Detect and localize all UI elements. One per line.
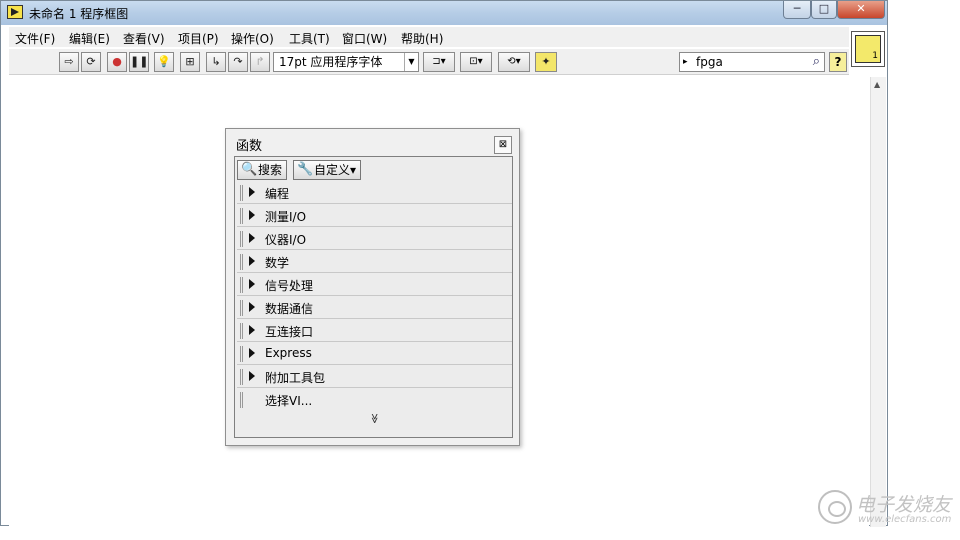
palette-select-vi[interactable]: 选择VI... [237, 389, 512, 411]
grip-icon [240, 392, 243, 408]
palette-title: 函数 [236, 139, 263, 154]
scroll-up-arrow-icon[interactable]: ▲ [874, 80, 880, 89]
connector-pane-icon: 1 [855, 35, 881, 63]
distribute-objects-icon[interactable]: ⊡▾ [460, 52, 492, 72]
block-diagram-window: 未命名 1 程序框图 ─ □ ✕ 文件(F) 编辑(E) 查看(V) 项目(P)… [0, 0, 888, 527]
palette-category-addons[interactable]: 附加工具包 [237, 366, 512, 388]
run-continuously-icon[interactable]: ⟳ [81, 52, 101, 72]
retain-wire-values-icon[interactable]: ⊞ [180, 52, 200, 72]
palette-category-instrument-io[interactable]: 仪器I/O [237, 228, 512, 250]
expand-triangle-icon [249, 210, 255, 220]
align-objects-icon[interactable]: ⊐▾ [423, 52, 455, 72]
run-arrow-icon[interactable]: ⇨ [59, 52, 79, 72]
title-bar[interactable]: 未命名 1 程序框图 ─ □ ✕ [1, 1, 887, 25]
expand-triangle-icon [249, 187, 255, 197]
palette-select-vi-label: 选择VI... [265, 394, 313, 408]
reorder-icon[interactable]: ⟲▾ [498, 52, 530, 72]
palette-search-label: 搜索 [258, 163, 283, 177]
font-select[interactable]: 17pt 应用程序字体 ▼ [273, 52, 419, 72]
palette-category-connectivity[interactable]: 互连接口 [237, 320, 512, 342]
search-input-value: fpga [696, 55, 723, 69]
connector-pane-label: 1 [872, 51, 878, 61]
toolbar: ⇨ ⟳ ● ❚❚ 💡 ⊞ ↳ ↷ ↱ 17pt 应用程序字体 ▼ ⊐▾ ⊡▾ ⟲… [9, 49, 849, 75]
grip-icon [240, 346, 243, 362]
palette-category-mathematics[interactable]: 数学 [237, 251, 512, 273]
search-icon[interactable]: ⌕ [813, 53, 820, 71]
menu-window[interactable]: 窗口(W) [342, 30, 387, 47]
grip-icon [240, 231, 243, 247]
step-out-icon[interactable]: ↱ [250, 52, 270, 72]
search-input[interactable]: ▸ fpga ⌕ [679, 52, 825, 72]
palette-customize-label: 自定义▾ [314, 163, 357, 177]
menu-project[interactable]: 项目(P) [178, 30, 219, 47]
expand-triangle-icon [249, 302, 255, 312]
expand-triangle-icon [249, 279, 255, 289]
close-button[interactable]: ✕ [837, 1, 885, 19]
step-into-icon[interactable]: ↳ [206, 52, 226, 72]
palette-category-label: 互连接口 [265, 325, 314, 339]
menu-edit[interactable]: 编辑(E) [69, 30, 110, 47]
expand-arrow-icon: ▸ [683, 57, 688, 67]
watermark-logo-icon [818, 490, 852, 524]
palette-category-express[interactable]: Express [237, 343, 512, 365]
palette-category-label: 数据通信 [265, 302, 314, 316]
palette-category-label: 编程 [265, 187, 290, 201]
wrench-icon: 🔧 [297, 162, 314, 177]
chevron-down-icon: ▼ [404, 53, 418, 71]
grip-icon [240, 323, 243, 339]
palette-category-label: 信号处理 [265, 279, 314, 293]
functions-palette: 函数 ⊠ 🔍 搜索 🔧 自定义▾ 编程 测量I/O 仪器I/O 数学 信号处理 … [225, 128, 520, 446]
highlight-execution-icon[interactable]: 💡 [154, 52, 174, 72]
palette-search-button[interactable]: 🔍 搜索 [237, 160, 288, 180]
palette-toolbar: 🔍 搜索 🔧 自定义▾ [236, 158, 511, 182]
expand-more-icon[interactable]: ≫ [369, 413, 380, 423]
palette-customize-button[interactable]: 🔧 自定义▾ [293, 160, 362, 180]
expand-triangle-icon [249, 348, 255, 358]
grip-icon [240, 185, 243, 201]
watermark: 电子发烧友 www.elecfans.com [818, 488, 958, 530]
palette-close-button[interactable]: ⊠ [494, 136, 512, 154]
palette-category-programming[interactable]: 编程 [237, 182, 512, 204]
desktop-background-right [888, 0, 960, 540]
palette-category-label: 附加工具包 [265, 371, 326, 385]
expand-triangle-icon [249, 256, 255, 266]
menu-file[interactable]: 文件(F) [15, 30, 55, 47]
palette-category-data-communication[interactable]: 数据通信 [237, 297, 512, 319]
grip-icon [240, 369, 243, 385]
clean-up-diagram-icon[interactable]: ✦ [535, 52, 557, 72]
palette-category-label: 数学 [265, 256, 290, 270]
palette-category-measurement-io[interactable]: 测量I/O [237, 205, 512, 227]
menu-view[interactable]: 查看(V) [123, 30, 165, 47]
search-icon: 🔍 [241, 162, 258, 177]
menu-operate[interactable]: 操作(O) [231, 30, 274, 47]
vi-icon-pane[interactable]: 1 [851, 31, 885, 67]
menu-help[interactable]: 帮助(H) [401, 30, 443, 47]
expand-triangle-icon [249, 325, 255, 335]
palette-body: 🔍 搜索 🔧 自定义▾ 编程 测量I/O 仪器I/O 数学 信号处理 数据通信 … [234, 156, 513, 438]
abort-icon[interactable]: ● [107, 52, 127, 72]
pause-icon[interactable]: ❚❚ [129, 52, 149, 72]
maximize-button[interactable]: □ [811, 1, 837, 19]
labview-vi-icon [7, 5, 23, 19]
palette-category-label: 仪器I/O [265, 233, 307, 247]
expand-triangle-icon [249, 233, 255, 243]
palette-category-label: 测量I/O [265, 210, 307, 224]
palette-category-signal-processing[interactable]: 信号处理 [237, 274, 512, 296]
watermark-brand: 电子发烧友 [856, 494, 952, 516]
window-title: 未命名 1 程序框图 [29, 7, 129, 21]
font-select-value: 17pt 应用程序字体 [279, 55, 383, 69]
watermark-url: www.elecfans.com [858, 514, 952, 525]
grip-icon [240, 254, 243, 270]
step-over-icon[interactable]: ↷ [228, 52, 248, 72]
palette-category-label: Express [265, 346, 312, 360]
expand-triangle-icon [249, 371, 255, 381]
grip-icon [240, 208, 243, 224]
menu-bar: 文件(F) 编辑(E) 查看(V) 项目(P) 操作(O) 工具(T) 窗口(W… [9, 27, 849, 47]
context-help-button[interactable]: ? [829, 52, 847, 72]
grip-icon [240, 300, 243, 316]
menu-tools[interactable]: 工具(T) [289, 30, 330, 47]
vertical-scrollbar[interactable]: ▲ [870, 77, 886, 527]
minimize-button[interactable]: ─ [783, 1, 811, 19]
grip-icon [240, 277, 243, 293]
